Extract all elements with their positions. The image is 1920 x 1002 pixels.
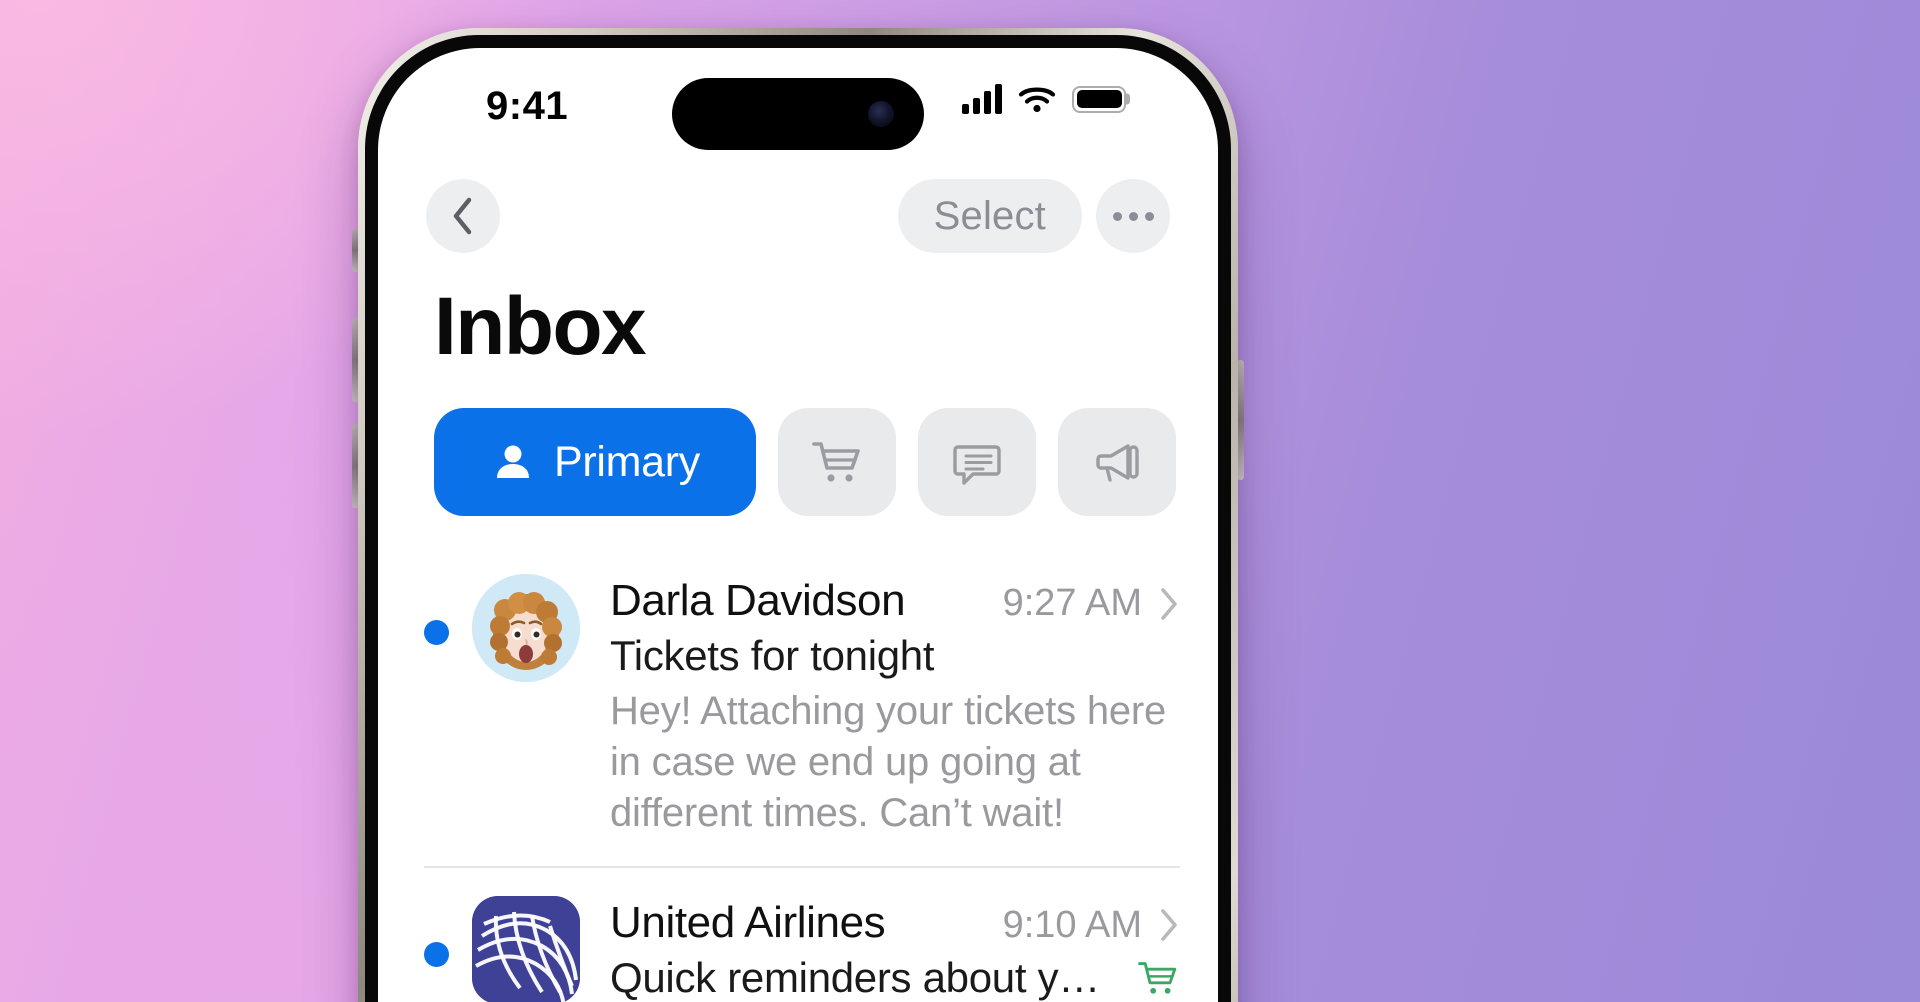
megaphone-icon [1090, 437, 1144, 487]
ellipsis-icon [1113, 212, 1154, 221]
status-bar-indicators [962, 84, 1126, 114]
back-button[interactable] [426, 179, 500, 253]
navigation-bar: Select [378, 160, 1218, 272]
mail-sender-name: Darla Davidson [610, 576, 905, 626]
mail-subject: Quick reminders about your upcoming... [610, 954, 1122, 1002]
shopping-cart-icon [810, 437, 864, 487]
status-bar: 9:41 [378, 48, 1218, 160]
filter-tabs: Primary [434, 408, 1176, 516]
chevron-left-icon [450, 196, 476, 236]
united-globe-icon [472, 896, 580, 1002]
filter-tab-shopping[interactable] [778, 408, 896, 516]
screenshot-stage: 9:41 [0, 0, 1920, 1002]
person-icon [490, 439, 536, 485]
battery-full-icon [1072, 86, 1126, 113]
dynamic-island [672, 78, 924, 150]
power-button[interactable] [1237, 360, 1244, 480]
mail-item-header: United Airlines 9:10 AM [610, 898, 1180, 948]
mail-preview-text: Hey! Attaching your tickets here in case… [610, 686, 1180, 840]
memoji-avatar [472, 574, 580, 682]
mail-list-item[interactable]: Darla Davidson 9:27 AM Tickets for tonig… [424, 546, 1180, 866]
filter-tab-transactions[interactable] [918, 408, 1036, 516]
unread-indicator-dot [424, 620, 449, 645]
shopping-cart-icon [1136, 958, 1180, 998]
mail-timestamp: 9:10 AM [1003, 904, 1142, 947]
chevron-right-icon[interactable] [1158, 907, 1180, 943]
more-options-button[interactable] [1096, 179, 1170, 253]
mail-item-meta: 9:27 AM [983, 582, 1180, 625]
page-title: Inbox [434, 280, 645, 374]
united-airlines-logo [472, 896, 580, 1002]
select-button[interactable]: Select [898, 179, 1082, 253]
device-bezel: 9:41 [365, 35, 1231, 1002]
mail-subject: Tickets for tonight [610, 632, 934, 680]
cellular-signal-icon [962, 84, 1002, 114]
chat-bubble-icon [950, 437, 1004, 487]
mail-item-header: Darla Davidson 9:27 AM [610, 576, 1180, 626]
chevron-right-icon[interactable] [1158, 586, 1180, 622]
filter-tab-primary[interactable]: Primary [434, 408, 756, 516]
wifi-icon [1018, 84, 1056, 114]
mail-list-item[interactable]: United Airlines 9:10 AM Quick reminders … [424, 866, 1180, 1002]
filter-tab-primary-label: Primary [554, 438, 700, 487]
mail-subject-line: Tickets for tonight [610, 632, 1180, 680]
mail-item-body: Darla Davidson 9:27 AM Tickets for tonig… [610, 574, 1180, 840]
mail-item-meta: 9:10 AM [983, 904, 1180, 947]
mail-sender-name: United Airlines [610, 898, 885, 948]
mail-timestamp: 9:27 AM [1003, 582, 1142, 625]
mail-list: Darla Davidson 9:27 AM Tickets for tonig… [378, 546, 1218, 1002]
mail-item-body: United Airlines 9:10 AM Quick reminders … [610, 896, 1180, 1002]
front-camera-icon [868, 101, 894, 127]
iphone-device-frame: 9:41 [358, 28, 1238, 1002]
status-bar-clock: 9:41 [486, 84, 568, 129]
select-button-label: Select [934, 194, 1046, 239]
device-screen: 9:41 [378, 48, 1218, 1002]
memoji-face-icon [472, 574, 580, 682]
unread-indicator-dot [424, 942, 449, 967]
mail-subject-line: Quick reminders about your upcoming... [610, 954, 1180, 1002]
filter-tab-promotions[interactable] [1058, 408, 1176, 516]
